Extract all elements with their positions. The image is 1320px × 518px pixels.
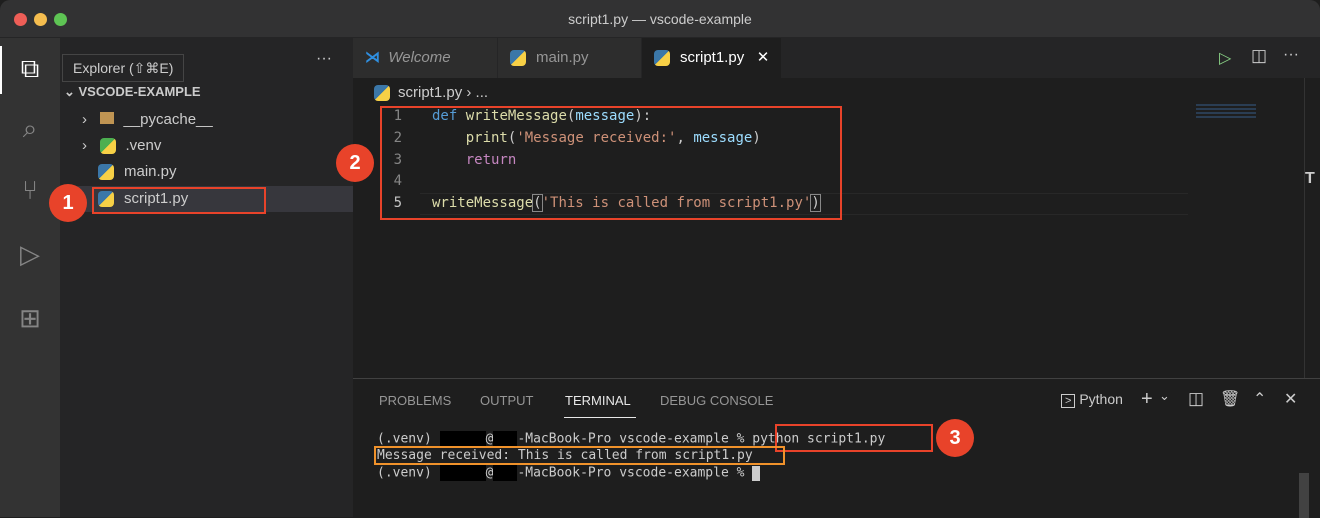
title-bar: script1.py — vscode-example (0, 0, 1320, 38)
python-icon (654, 50, 670, 67)
maximize-panel-icon[interactable]: ⌃ (1253, 389, 1266, 409)
trash-icon[interactable]: 🗑 (1220, 389, 1240, 409)
new-terminal-button[interactable]: + (1141, 388, 1153, 411)
terminal-profile[interactable]: > Python (1061, 391, 1123, 408)
explorer-tooltip: Explorer (⇧⌘E) (62, 54, 185, 82)
terminal-scrollbar[interactable] (1299, 473, 1309, 518)
window-title: script1.py — vscode-example (568, 11, 752, 27)
redacted (493, 431, 518, 447)
run-debug-icon[interactable]: ▷ (12, 236, 48, 272)
folder-root-label: VSCODE-EXAMPLE (78, 84, 201, 99)
annotation-box-output (374, 446, 785, 465)
tab-script1-py[interactable]: script1.py ✕ (642, 38, 782, 78)
terminal-line-3[interactable]: (.venv) @ -MacBook-Pro vscode-example % (377, 465, 761, 481)
annotation-badge-1: 1 (49, 184, 87, 222)
extensions-icon[interactable]: ⊞ (12, 300, 48, 336)
tab-debug-console[interactable]: DEBUG CONSOLE (660, 393, 773, 408)
tab-label: main.py (536, 49, 589, 66)
python-icon (98, 164, 114, 181)
explorer-icon[interactable]: ⧉ (12, 50, 48, 86)
label: __pycache__ (123, 111, 213, 128)
vscode-icon: ⋊ (365, 49, 380, 66)
tree-item-main-py[interactable]: main.py (98, 163, 177, 181)
scroll-thumb[interactable]: T (1305, 170, 1320, 188)
breadcrumb-file[interactable]: script1.py (398, 84, 462, 101)
annotation-badge-2: 2 (336, 144, 374, 182)
python-folder-icon (99, 138, 116, 155)
annotation-box-2 (380, 106, 842, 220)
python-icon (510, 50, 526, 67)
explorer-sidebar: ··· ⌄ VSCODE-EXAMPLE › __pycache__ › .ve… (60, 38, 353, 517)
more-actions-button[interactable]: ··· (316, 50, 332, 68)
annotation-box-1 (92, 187, 266, 214)
redacted (439, 465, 486, 481)
breadcrumb-rest[interactable]: ... (476, 84, 489, 101)
tree-item-pycache[interactable]: › __pycache__ (82, 111, 213, 128)
annotation-badge-3: 3 (936, 419, 974, 457)
close-tab-icon[interactable]: ✕ (757, 49, 770, 66)
terminal-dropdown-icon[interactable]: ⌄ (1159, 388, 1170, 404)
tab-problems[interactable]: PROBLEMS (379, 393, 451, 408)
terminal-icon: > (1061, 394, 1076, 408)
folder-root[interactable]: ⌄ VSCODE-EXAMPLE (64, 84, 201, 100)
minimap[interactable] (1196, 104, 1256, 118)
editor-tabs: ⋊ Welcome main.py script1.py ✕ ▷ ◫ ··· (353, 38, 1320, 78)
tab-label: script1.py (680, 49, 745, 66)
more-icon[interactable]: ··· (1283, 46, 1299, 64)
tab-output[interactable]: OUTPUT (480, 393, 533, 408)
tab-main-py[interactable]: main.py (498, 38, 642, 78)
close-panel-icon[interactable]: ✕ (1284, 389, 1297, 409)
shell-name: Python (1079, 391, 1123, 407)
split-terminal-icon[interactable]: ◫ (1188, 389, 1204, 409)
terminal-cursor (752, 465, 761, 481)
python-icon (374, 85, 390, 102)
label: .venv (125, 137, 162, 154)
source-control-icon[interactable]: ⑂ (12, 172, 48, 208)
redacted (493, 465, 518, 481)
annotation-box-3 (775, 424, 933, 452)
folder-icon (99, 112, 114, 124)
activity-bar: ⧉ ⌕ ⑂ ▷ ⊞ (0, 38, 60, 517)
search-icon[interactable]: ⌕ (12, 110, 48, 146)
label: main.py (124, 163, 177, 180)
breadcrumb: script1.py › ... (374, 84, 489, 102)
tab-terminal[interactable]: TERMINAL (565, 393, 631, 408)
tab-welcome[interactable]: ⋊ Welcome (353, 38, 498, 78)
tree-item-venv[interactable]: › .venv (82, 137, 162, 155)
redacted (439, 431, 486, 447)
tab-label: Welcome (388, 49, 451, 66)
run-icon[interactable]: ▷ (1219, 48, 1231, 68)
breadcrumb-sep: › (466, 84, 472, 101)
split-editor-icon[interactable]: ◫ (1251, 46, 1267, 66)
